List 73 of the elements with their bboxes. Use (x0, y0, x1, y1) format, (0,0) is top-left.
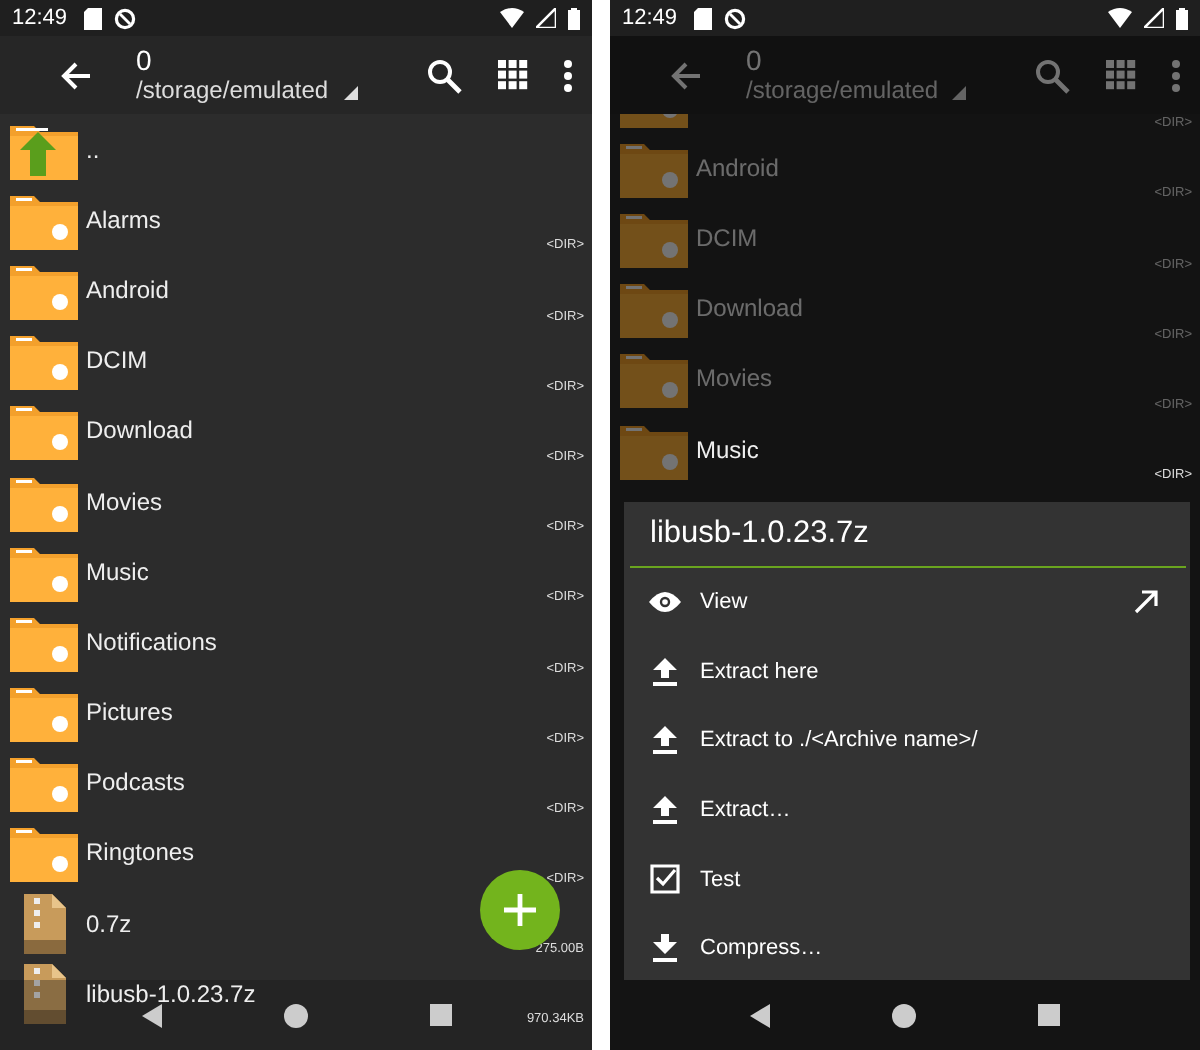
menu-item-label: Extract… (700, 798, 793, 823)
home-icon[interactable] (891, 1003, 916, 1027)
menu-item-label: Extract here (700, 659, 821, 684)
file-name: Pictures (86, 698, 173, 727)
upload-icon (648, 796, 682, 825)
checkbox-icon (648, 864, 682, 895)
back-arrow-icon[interactable] (60, 59, 92, 91)
folder-icon (10, 682, 78, 743)
dropdown-caret-icon[interactable] (344, 86, 358, 100)
file-name: Download (86, 416, 193, 445)
file-name: Download (696, 294, 803, 323)
menu-item[interactable]: Test (624, 844, 1190, 914)
download-icon (648, 934, 682, 963)
menu-item[interactable]: Extract… (624, 775, 1190, 845)
home-icon[interactable] (283, 1003, 307, 1027)
sd-card-icon (693, 7, 712, 29)
more-options-icon[interactable] (564, 59, 572, 91)
file-name: Android (86, 275, 169, 304)
folder-icon (10, 330, 78, 391)
status-time: 12:49 (12, 6, 68, 30)
menu-item-label: Extract to ./<Archive name>/ (700, 728, 980, 753)
back-icon[interactable] (141, 1003, 161, 1027)
file-name: 0.7z (86, 909, 132, 938)
file-name: Music (86, 557, 149, 586)
menu-item-label: View (700, 590, 750, 615)
file-name: Movies (696, 364, 773, 393)
menu-item[interactable]: Extract here (624, 637, 1190, 707)
file-name: Music (696, 435, 759, 464)
toolbar-title: 0 (136, 44, 154, 76)
battery-icon (1176, 7, 1188, 29)
file-name: Ringtones (86, 838, 195, 867)
recents-icon[interactable] (429, 1004, 451, 1026)
recents-icon[interactable] (1037, 1004, 1060, 1026)
file-name: Alarms (86, 205, 161, 234)
folder-icon (10, 400, 78, 461)
file-name: Podcasts (86, 768, 185, 797)
file-name: libusb-1.0.23.7z (86, 979, 256, 1008)
eye-icon (648, 590, 682, 615)
grid-view-icon[interactable] (498, 60, 528, 90)
circle-icon (723, 7, 746, 29)
menu-item[interactable]: Extract to ./<Archive name>/ (624, 706, 1190, 776)
folder-icon (10, 752, 78, 813)
signal-icon (1144, 8, 1164, 28)
file-name: DCIM (696, 223, 758, 252)
menu-item[interactable]: Compress… (624, 913, 1190, 984)
menu-item-label: Compress… (700, 936, 825, 961)
circle-icon (113, 7, 136, 29)
back-icon[interactable] (750, 1003, 771, 1027)
file-name: .. (86, 135, 100, 164)
file-name: Movies (86, 487, 163, 516)
menu-title: libusb-1.0.23.7z (630, 502, 1186, 568)
sd-card-icon (83, 7, 102, 29)
open-external-arrow-icon[interactable] (1134, 590, 1158, 615)
file-name: Android (696, 153, 779, 182)
file-name: Notifications (86, 627, 217, 656)
file-row[interactable]: .. (0, 114, 592, 185)
toolbar-title: 0 (746, 44, 764, 76)
wifi-icon (1108, 8, 1132, 28)
plus-icon (504, 894, 536, 926)
signal-icon (536, 8, 556, 28)
status-time: 12:49 (622, 6, 678, 30)
search-icon[interactable] (426, 57, 462, 93)
folder-icon (620, 348, 688, 409)
upload-icon (648, 657, 682, 686)
folder-icon (620, 278, 688, 339)
folder-icon (10, 822, 78, 883)
path-dropdown[interactable]: /storage/emulated (136, 76, 344, 106)
upload-icon (648, 726, 682, 755)
battery-icon (568, 7, 580, 29)
menu-item-label: Test (700, 867, 743, 892)
menu-item[interactable]: View (624, 568, 1190, 638)
wifi-icon (500, 8, 524, 28)
file-name: DCIM (86, 346, 148, 375)
